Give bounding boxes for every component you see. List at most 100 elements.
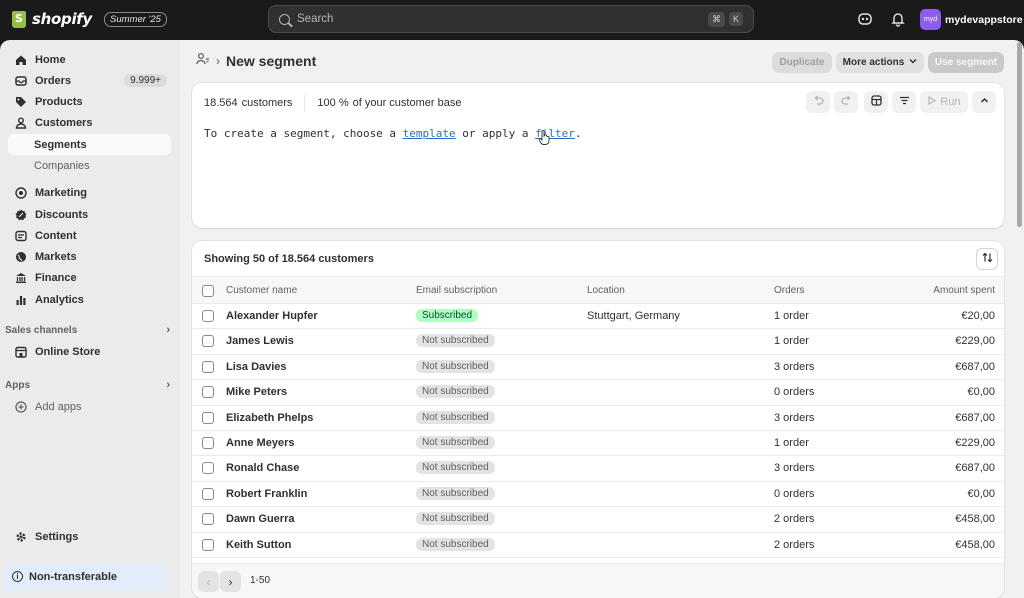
subscription-badge: Not subscribed	[416, 512, 495, 526]
sidebar-item-companies[interactable]: Companies	[8, 155, 171, 176]
customer-name[interactable]: Robert Franklin	[226, 488, 307, 500]
column-header-name[interactable]: Customer name	[226, 285, 297, 296]
row-checkbox[interactable]	[202, 335, 214, 348]
sidebar-item-content[interactable]: Content	[8, 225, 171, 246]
non-transferable-banner[interactable]: i Non-transferable	[4, 563, 166, 590]
bell-icon[interactable]	[890, 11, 906, 27]
search-input[interactable]: Search ⌘ K	[268, 5, 754, 33]
sidebar-item-markets[interactable]: Markets	[8, 246, 171, 267]
sidebar-item-analytics[interactable]: Analytics	[8, 289, 171, 310]
sidebar-item-label: Discounts	[35, 208, 89, 221]
row-checkbox[interactable]	[202, 360, 214, 373]
use-segment-button[interactable]: Use segment	[928, 52, 1004, 73]
select-all-checkbox[interactable]	[202, 285, 214, 297]
sidekick-icon[interactable]	[857, 11, 873, 27]
shopify-logo[interactable]: shopify Summer '25	[12, 10, 167, 28]
sidebar-item-home[interactable]: Home	[8, 49, 171, 70]
row-checkbox[interactable]	[202, 513, 214, 526]
store-menu[interactable]: myd mydevappstore	[920, 9, 1023, 30]
table-row[interactable]: Anne Meyers Not subscribed 1 order €229,00	[192, 431, 1004, 457]
row-checkbox[interactable]	[202, 462, 214, 475]
editor-text-middle: or apply a	[462, 127, 529, 140]
segment-query-editor[interactable]: To create a segment, choose a template o…	[204, 127, 582, 140]
templates-button[interactable]	[864, 91, 888, 113]
subscription-badge: Not subscribed	[416, 436, 495, 449]
content-icon	[14, 229, 27, 242]
collapse-button[interactable]	[972, 91, 996, 113]
subscription-badge: Not subscribed	[416, 334, 495, 348]
customer-amount: €229,00	[955, 437, 995, 449]
sidebar-item-marketing[interactable]: Marketing	[8, 182, 171, 203]
customer-name[interactable]: Lisa Davies	[226, 361, 287, 373]
sidebar-item-segments[interactable]: Segments	[8, 134, 171, 155]
sort-button[interactable]	[976, 248, 998, 270]
customer-name[interactable]: Dawn Guerra	[226, 513, 294, 525]
sidebar-item-discounts[interactable]: Discounts	[8, 204, 171, 225]
table-row[interactable]: Lisa Davies Not subscribed 3 orders €687,00	[192, 355, 1004, 381]
row-checkbox[interactable]	[202, 386, 214, 399]
customer-amount: €20,00	[961, 310, 995, 322]
undo-button[interactable]	[806, 91, 830, 113]
table-title: Showing 50 of 18.564 customers	[204, 253, 374, 265]
table-row[interactable]: Mike Peters Not subscribed 0 orders €0,00	[192, 380, 1004, 406]
customer-orders: 3 orders	[774, 360, 815, 373]
sidebar-item-customers[interactable]: Customers	[8, 112, 171, 133]
stats-divider	[304, 95, 306, 111]
table-row[interactable]: Robert Franklin Not subscribed 0 orders €0,…	[192, 482, 1004, 508]
previous-page-button[interactable]: ‹	[198, 571, 219, 592]
column-header-location[interactable]: Location	[587, 285, 625, 296]
sidebar-item-products[interactable]: Products	[8, 91, 171, 112]
row-checkbox[interactable]	[202, 411, 214, 424]
customer-name[interactable]: Ronald Chase	[226, 462, 299, 474]
sidebar-item-settings[interactable]: Settings	[8, 526, 171, 547]
orders-icon	[14, 74, 27, 87]
sidebar-item-orders[interactable]: Orders 9.999+	[8, 70, 171, 91]
column-header-orders[interactable]: Orders	[774, 285, 805, 296]
next-page-button[interactable]: ›	[220, 571, 241, 592]
table-row[interactable]: James Lewis Not subscribed 1 order €229,00	[192, 329, 1004, 355]
segment-icon[interactable]	[196, 52, 210, 69]
sidebar-item-finance[interactable]: Finance	[8, 267, 171, 288]
sidebar-item-label: Analytics	[35, 293, 84, 306]
customer-name[interactable]: James Lewis	[226, 335, 294, 347]
table-row[interactable]: Dawn Guerra Not subscribed 2 orders €458,00	[192, 507, 1004, 533]
row-checkbox[interactable]	[202, 310, 214, 322]
customer-name[interactable]: Anne Meyers	[226, 437, 294, 449]
page-scrollbar[interactable]	[1017, 42, 1022, 227]
topbar: shopify Summer '25 Search ⌘ K myd mydeva…	[0, 0, 1024, 40]
row-checkbox[interactable]	[202, 487, 214, 500]
row-checkbox[interactable]	[202, 437, 214, 449]
redo-button[interactable]	[834, 91, 858, 113]
customer-orders: 3 orders	[774, 411, 815, 424]
sidebar-item-add-apps[interactable]: Add apps	[8, 396, 171, 417]
table-row[interactable]: Ronald Chase Not subscribed 3 orders €687,0…	[192, 456, 1004, 482]
template-link[interactable]: template	[403, 127, 456, 140]
home-icon	[14, 53, 27, 66]
column-header-email[interactable]: Email subscription	[416, 285, 497, 296]
table-footer: ‹ › 1-50	[192, 563, 1004, 598]
filter-button[interactable]	[892, 91, 916, 113]
customer-name[interactable]: Keith Sutton	[226, 539, 291, 551]
row-checkbox[interactable]	[202, 538, 214, 551]
more-actions-button[interactable]: More actions	[836, 52, 924, 73]
table-row[interactable]: Keith Sutton Not subscribed 2 orders €458,0…	[192, 533, 1004, 558]
orders-count-badge: 9.999+	[124, 74, 167, 87]
customer-name[interactable]: Elizabeth Phelps	[226, 412, 313, 424]
table-row[interactable]: Alexander Hupfer Subscribed Stuttgart, Ger…	[192, 304, 1004, 330]
sidebar-item-label: Products	[35, 95, 83, 108]
subscription-badge: Not subscribed	[416, 461, 495, 475]
customer-amount: €229,00	[955, 335, 995, 348]
customer-name[interactable]: Alexander Hupfer	[226, 310, 318, 322]
base-suffix: of your customer base	[352, 97, 462, 109]
table-row[interactable]: Elizabeth Phelps Not subscribed 3 orders €6…	[192, 406, 1004, 431]
column-header-amount[interactable]: Amount spent	[933, 285, 995, 296]
customer-orders: 1 order	[774, 437, 809, 449]
sales-channels-header[interactable]: Sales channels ›	[5, 322, 170, 338]
apps-header[interactable]: Apps ›	[5, 377, 170, 393]
base-percent: 100 %	[317, 97, 349, 109]
sidebar-item-online-store[interactable]: Online Store	[8, 341, 171, 362]
duplicate-button[interactable]: Duplicate	[772, 52, 832, 73]
template-icon	[870, 95, 882, 109]
run-button[interactable]: Run	[920, 91, 968, 113]
customer-name[interactable]: Mike Peters	[226, 386, 287, 398]
